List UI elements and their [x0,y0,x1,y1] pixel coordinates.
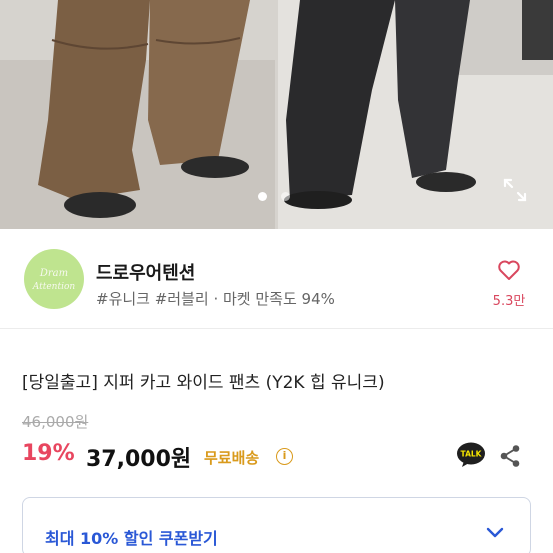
like-count: 5.3만 [492,294,526,309]
shop-tags-satisfaction: #유니크 #러블리 · 마켓 만족도 94% [96,290,335,308]
expand-icon[interactable] [502,177,528,203]
shop-info-row[interactable]: Dram Attention 드로우어텐션 #유니크 #러블리 · 마켓 만족도… [0,229,553,329]
logo-text-line2: Attention [32,282,76,292]
chevron-down-icon [486,527,504,538]
product-image[interactable] [0,0,553,229]
heart-icon[interactable] [496,257,522,283]
shop-logo-art: Dram Attention [32,268,76,292]
share-icon[interactable] [499,444,521,468]
coupon-download-bar[interactable]: 최대 10% 할인 쿠폰받기 [22,497,531,553]
original-price: 46,000원 [22,413,89,431]
discount-rate: 19% [22,441,75,466]
coupon-label: 최대 10% 할인 쿠폰받기 [45,529,218,548]
product-title: [당일출고] 지퍼 카고 와이드 팬츠 (Y2K 힙 유니크) [22,373,385,393]
sale-price: 37,000원 [86,447,192,472]
kakao-talk-icon[interactable]: TALK [456,442,486,468]
shop-name[interactable]: 드로우어텐션 [96,259,195,285]
talk-label: TALK [461,450,483,459]
gallery-dot[interactable] [281,192,290,201]
gallery-pagination [258,192,290,201]
logo-text-line1: Dram [39,268,68,279]
gallery-dot-active[interactable] [258,192,267,201]
shop-logo[interactable]: Dram Attention [24,249,84,309]
free-shipping-label: 무료배송 [204,449,260,467]
info-icon[interactable]: i [276,448,293,465]
